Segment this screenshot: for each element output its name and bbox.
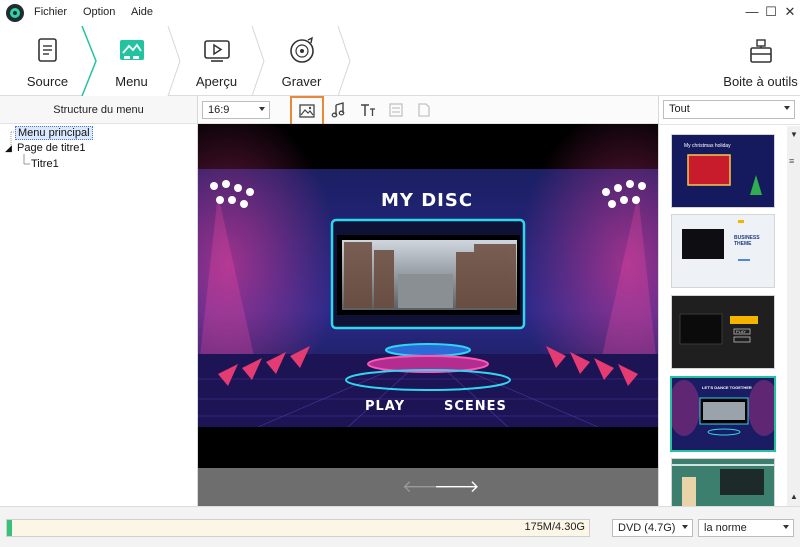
- preview-background: [198, 124, 658, 468]
- step-graver-label: Graver: [281, 74, 322, 89]
- close-button[interactable]: ✕: [782, 4, 798, 20]
- next-page-icon[interactable]: 🡒: [434, 477, 480, 497]
- disc-type-select[interactable]: DVD (4.7G): [612, 519, 693, 537]
- tree-item-page-de-titre[interactable]: Page de titre1: [17, 142, 86, 154]
- text-button[interactable]: [358, 100, 378, 120]
- source-icon: [37, 38, 57, 62]
- preview-scenes-button[interactable]: SCENES: [444, 399, 507, 414]
- template-thumb-1[interactable]: My christmas holiday: [671, 134, 775, 208]
- text-icon: [361, 104, 375, 116]
- chapter-icon: [389, 103, 403, 117]
- quality-value: la norme: [704, 522, 747, 534]
- copy-icon: [418, 103, 430, 117]
- scroll-down-icon[interactable]: ▲: [790, 492, 798, 501]
- app-logo-icon: [6, 4, 24, 22]
- step-bar: Source Menu Aperçu Graver Boite à outils: [0, 26, 800, 96]
- step-menu-label: Menu: [115, 74, 148, 89]
- template-filter-select[interactable]: Tout: [663, 100, 795, 119]
- quality-select[interactable]: la norme: [698, 519, 794, 537]
- chapter-button[interactable]: [386, 100, 406, 120]
- menu-toolbar: 16:9: [198, 96, 658, 126]
- scroll-up-icon[interactable]: ▼: [790, 130, 798, 139]
- music-icon: [331, 102, 345, 118]
- template-filter-value: Tout: [669, 103, 690, 115]
- chevron-down-icon: [682, 525, 688, 529]
- template-preview-2: [672, 215, 774, 287]
- divider: [659, 124, 800, 125]
- preview-play-button[interactable]: PLAY: [365, 399, 405, 414]
- status-bar: 175M/4.30G DVD (4.7G) la norme: [0, 506, 800, 547]
- toolbox-button[interactable]: Boite à outils: [713, 26, 800, 96]
- preview-nav-bar: 🡐 🡒: [198, 468, 658, 506]
- template-caption-1: My christmas holiday: [684, 143, 731, 149]
- tree-item-menu-principal[interactable]: Menu principal: [15, 126, 93, 140]
- step-source[interactable]: Source: [0, 26, 95, 96]
- toolbox-icon: [749, 39, 772, 63]
- music-button[interactable]: [328, 100, 348, 120]
- tree-item-titre[interactable]: Titre1: [31, 158, 59, 170]
- template-caption-2: BUSINESS THEME: [734, 235, 760, 247]
- template-thumb-3[interactable]: PLAY: [671, 295, 775, 369]
- menu-fichier[interactable]: Fichier: [34, 6, 67, 18]
- step-source-label: Source: [26, 74, 69, 89]
- menu-aide[interactable]: Aide: [131, 6, 153, 18]
- minimize-button[interactable]: —: [744, 4, 760, 20]
- disc-capacity-text: 175M/4.30G: [524, 521, 585, 533]
- menu-preview: MY DISC PLAY SCENES: [198, 124, 658, 468]
- background-image-icon: [299, 104, 315, 118]
- disc-capacity-bar: 175M/4.30G: [6, 519, 590, 537]
- menu-icon: [119, 40, 144, 60]
- menu-structure-panel: Structure du menu Menu principal ◢ Page …: [0, 96, 198, 506]
- chevron-down-icon: [259, 107, 265, 111]
- toolbox-label: Boite à outils: [723, 74, 798, 89]
- step-graver[interactable]: Graver: [254, 26, 349, 96]
- aspect-ratio-select[interactable]: 16:9: [202, 101, 270, 119]
- step-apercu-label: Aperçu: [195, 74, 238, 89]
- template-preview-5: [672, 459, 774, 506]
- scroll-thumb-icon[interactable]: ≡: [789, 156, 794, 166]
- template-thumb-5[interactable]: [671, 458, 775, 506]
- copy-button[interactable]: [414, 100, 434, 120]
- preview-icon: [203, 40, 230, 62]
- chevron-down-icon: [783, 525, 789, 529]
- step-menu[interactable]: Menu: [84, 26, 179, 96]
- disc-capacity-fill: [7, 520, 12, 536]
- template-thumb-4[interactable]: LET'S DANCE TOGETHER: [670, 376, 776, 452]
- preview-disc-title[interactable]: MY DISC: [381, 190, 473, 211]
- aspect-ratio-value: 16:9: [208, 104, 230, 116]
- template-preview-3: [672, 296, 774, 368]
- menu-structure-title: Structure du menu: [0, 96, 197, 124]
- disc-type-value: DVD (4.7G): [618, 522, 676, 534]
- template-scrollbar[interactable]: ▼ ≡ ▲: [787, 126, 800, 506]
- template-caption-3: PLAY: [736, 329, 746, 334]
- template-thumb-2[interactable]: BUSINESS THEME: [671, 214, 775, 288]
- maximize-button[interactable]: ☐: [763, 4, 779, 20]
- chevron-down-icon: [784, 106, 790, 110]
- title-bar: Fichier Option Aide — ☐ ✕: [0, 0, 800, 26]
- template-caption-4: LET'S DANCE TOGETHER: [702, 385, 752, 390]
- menu-option[interactable]: Option: [83, 6, 115, 18]
- tree-expand-icon[interactable]: ◢: [5, 143, 12, 154]
- template-panel: Tout My christmas holiday BUSINESS THEME: [658, 96, 800, 506]
- burn-icon: [289, 36, 314, 63]
- step-apercu[interactable]: Aperçu: [169, 26, 264, 96]
- background-image-button[interactable]: [290, 96, 324, 126]
